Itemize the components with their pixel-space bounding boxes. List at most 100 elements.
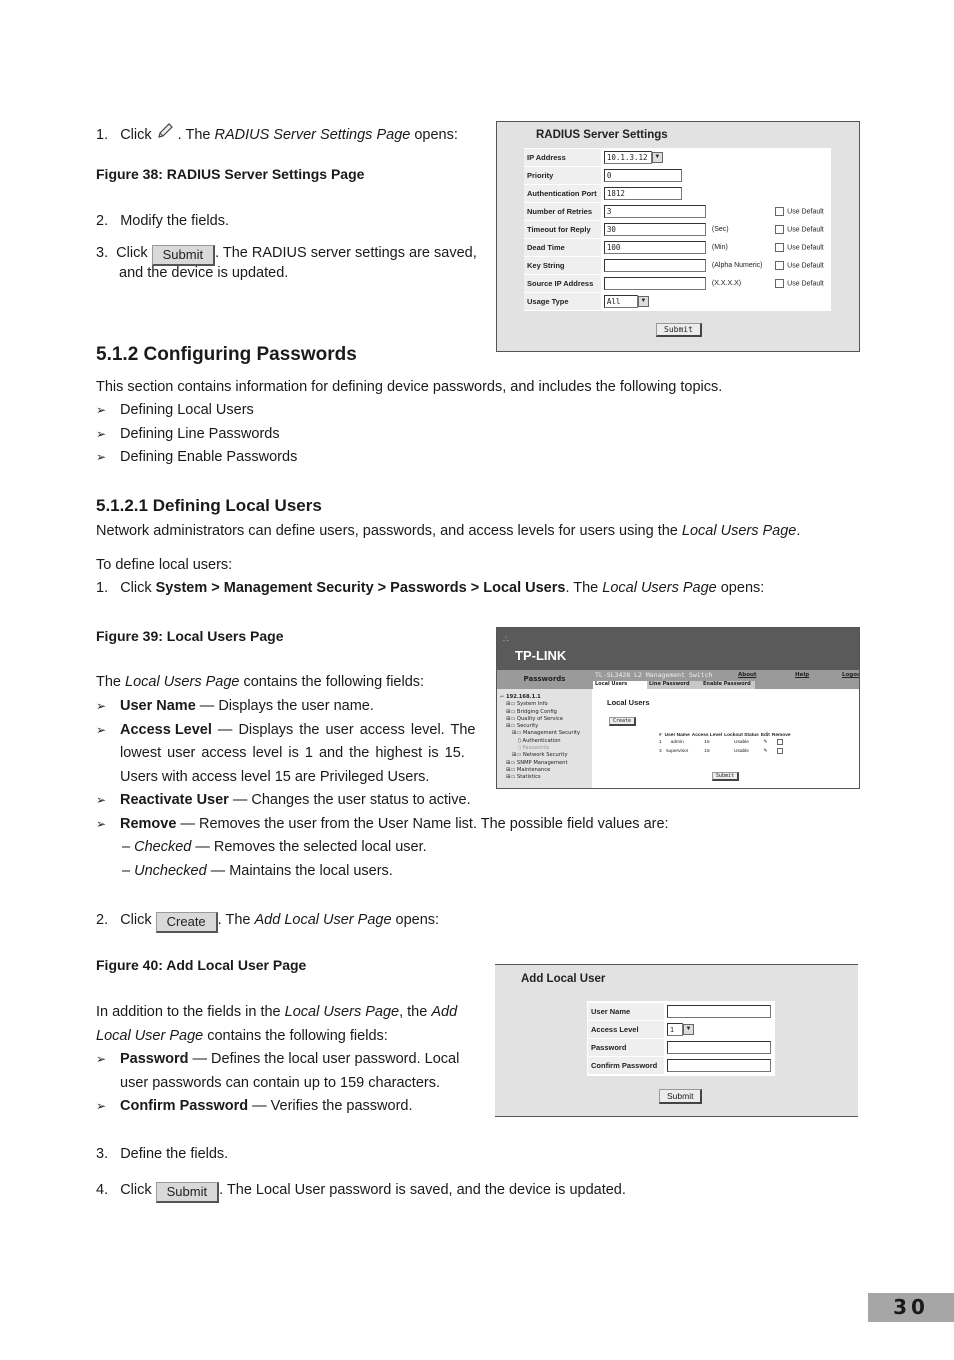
user-name-input[interactable]: [667, 1005, 771, 1018]
arrow-bullet-icon: ➢: [96, 450, 107, 464]
confirm-password-input[interactable]: [667, 1059, 771, 1072]
folder-icon: ⊞▭: [506, 701, 517, 708]
tree-item[interactable]: ⊞▭ Statistics: [500, 774, 592, 781]
edit-pencil-icon[interactable]: ✎: [760, 747, 771, 756]
radius-form-row: IP Address 10.1.3.12 ▼: [524, 149, 831, 166]
page-name: Passwords: [497, 670, 592, 689]
remove-value-item: – Unchecked — Maintains the local users.: [122, 862, 393, 879]
tree-item[interactable]: ⊞▭ SNMP Management: [500, 760, 592, 767]
use-default-label: Use Default: [787, 262, 824, 270]
fields-intro: The Local Users Page contains the follow…: [96, 674, 425, 690]
column-header: Edit: [760, 733, 770, 738]
local-users-heading: Local Users: [607, 698, 650, 707]
use-default-checkbox[interactable]: [775, 261, 785, 270]
add-intro-continuation: Local User Page contains the following f…: [96, 1028, 388, 1044]
help-link[interactable]: Help: [795, 672, 809, 678]
logout-link[interactable]: Logout: [842, 672, 859, 678]
field-label: Access Level: [588, 1021, 664, 1038]
tree-item[interactable]: ⊞▭ Maintenance: [500, 767, 592, 774]
cell-status: Usable: [734, 749, 749, 754]
tab-enable-password[interactable]: Enable Password: [701, 681, 755, 689]
priority-input[interactable]: 0: [603, 169, 682, 182]
local-users-step-1: 1. Click System > Management Security > …: [96, 580, 765, 596]
remove-value-item: – Checked — Removes the selected local u…: [122, 839, 427, 855]
tplink-logo: TP-LINK: [515, 648, 567, 663]
folder-icon: ⊞▭: [506, 759, 517, 766]
topics-list: ➢ Defining Local Users ➢ Defining Line Pas…: [96, 401, 297, 472]
create-button[interactable]: Create: [609, 717, 637, 726]
submit-button-image: Submit: [151, 245, 216, 266]
table-row: 3 supervisor 15 Usable ✎: [657, 747, 792, 756]
tab-line-password[interactable]: Line Password: [647, 681, 701, 689]
tree-item[interactable]: ▯ Passwords: [500, 745, 592, 752]
folder-icon: ⊞▭: [506, 766, 517, 773]
field-label: Priority: [524, 167, 601, 184]
folder-icon: ⊞▭: [506, 723, 517, 730]
tree-item[interactable]: ⊞▭ Network Security: [500, 752, 592, 759]
tplink-header: ∴ TP-LINK: [497, 628, 859, 670]
authentication-port-input[interactable]: 1812: [603, 187, 682, 200]
figure-39-caption: Figure 39: Local Users Page: [96, 628, 284, 644]
key-string-input[interactable]: [603, 259, 706, 272]
local-users-submit-button[interactable]: Submit: [712, 772, 740, 781]
local-users-step-2: 2. Click Create. The Add Local User Page…: [96, 911, 439, 933]
tree-item[interactable]: ⌐ 192.168.1.1: [500, 694, 592, 701]
field-label: Confirm Password: [588, 1057, 664, 1074]
timeout-for-reply-input[interactable]: 30: [603, 223, 706, 236]
tree-item[interactable]: ⊞▭ System Info: [500, 701, 592, 708]
source-ip-address-input[interactable]: [603, 277, 706, 290]
remove-checkbox[interactable]: [776, 748, 783, 755]
radius-form-row: Dead Time 100 (Min) Use Default: [524, 239, 831, 256]
tree-item[interactable]: ⊞▭ Management Security: [500, 730, 592, 737]
create-button-image: Create: [155, 912, 218, 933]
to-define-text: To define local users:: [96, 557, 233, 573]
tree-item[interactable]: ⊞▭ Quality of Service: [500, 716, 592, 723]
unit-label: (Min): [711, 244, 728, 251]
dropdown-arrow-icon[interactable]: ▼: [651, 152, 663, 163]
password-input[interactable]: [667, 1041, 771, 1054]
fields-list: ➢ User Name — Displays the user name. ➢ Ac…: [96, 697, 669, 885]
tree-item[interactable]: ⊞▭ Bridging Config: [500, 709, 592, 716]
field-label: Timeout for Reply: [524, 221, 601, 238]
add-user-submit-button[interactable]: Submit: [659, 1089, 703, 1104]
use-default-checkbox[interactable]: [775, 225, 785, 234]
use-default-label: Use Default: [787, 208, 824, 216]
use-default-checkbox[interactable]: [775, 279, 785, 288]
field-item: ➢ Reactivate User — Changes the user stat…: [96, 792, 471, 808]
dead-time-input[interactable]: 100: [603, 241, 706, 254]
radius-form-row: Priority 0: [524, 167, 831, 184]
field-label: Authentication Port: [524, 185, 601, 202]
tplink-logo-icon: ∴: [503, 635, 509, 645]
field-item: ➢ Remove — Removes the user from the User…: [96, 815, 669, 832]
section-5-1-2-heading: 5.1.2 Configuring Passwords: [96, 344, 357, 365]
dropdown-arrow-icon[interactable]: ▼: [637, 296, 649, 307]
about-link[interactable]: About: [738, 672, 757, 678]
ip-address-select[interactable]: 10.1.3.12: [603, 151, 652, 164]
field-item: ➢ User Name — Displays the user name.: [96, 698, 374, 714]
access-level-select[interactable]: 1: [667, 1023, 683, 1036]
number-of-retries-input[interactable]: 3: [603, 205, 706, 218]
radius-title: RADIUS Server Settings: [536, 129, 668, 141]
nav-tree: ⌐ 192.168.1.1 ⊞▭ System Info ⊞▭ Bridging C…: [497, 689, 592, 788]
dropdown-arrow-icon[interactable]: ▼: [683, 1024, 694, 1035]
usage-type-select[interactable]: All: [603, 295, 638, 308]
unit-label: (Sec): [711, 226, 729, 233]
step-2: 2. Modify the fields.: [96, 213, 229, 229]
users-table: # User Name Access Level Lockout Status Edit…: [657, 733, 792, 756]
local-users-step-3: 3. Define the fields.: [96, 1146, 229, 1162]
radius-submit-button[interactable]: Submit: [656, 323, 702, 337]
arrow-bullet-icon: ➢: [96, 722, 107, 737]
field-label: Number of Retries: [524, 203, 601, 220]
tab-local-users[interactable]: Local Users: [593, 681, 647, 689]
title-bar: TL-SL3428 L2 Management Switch About Hel…: [592, 670, 859, 689]
arrow-bullet-icon: ➢: [96, 793, 107, 807]
tree-item[interactable]: ⊞▭ Security: [500, 723, 592, 730]
remove-checkbox[interactable]: [776, 739, 783, 746]
cell-user: supervisor: [666, 749, 689, 754]
edit-pencil-icon[interactable]: ✎: [760, 738, 771, 747]
use-default-checkbox[interactable]: [775, 243, 785, 252]
tree-item[interactable]: ▯ Authentication: [500, 738, 592, 745]
section-5-1-2-1-heading: 5.1.2.1 Defining Local Users: [96, 496, 322, 515]
use-default-checkbox[interactable]: [775, 207, 785, 216]
radius-form-row: Number of Retries 3 Use Default: [524, 203, 831, 220]
